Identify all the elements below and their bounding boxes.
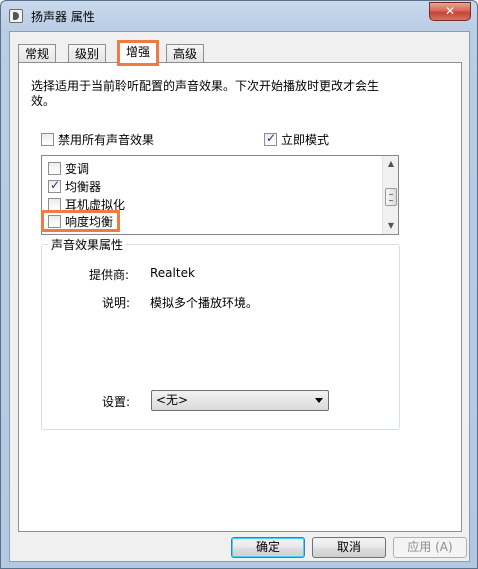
apply-button[interactable]: 应用 (A)	[393, 537, 467, 558]
cancel-button[interactable]: 取消	[312, 537, 386, 558]
close-icon: ✕	[444, 4, 456, 18]
effect-label: 耳机虚拟化	[65, 198, 126, 212]
ok-button[interactable]: 确定	[231, 537, 305, 558]
dialog-client-area: 常规 级别 增强 高级 选择适用于当前聆听配置的声音效果。下次开始播放时更改才会…	[9, 31, 470, 562]
close-button[interactable]: ✕	[429, 2, 471, 21]
scroll-up-icon[interactable]: ▲	[383, 156, 399, 172]
window-title: 扬声器 属性	[31, 10, 95, 24]
effect-properties-group: 声音效果属性 提供商: Realtek 说明: 模拟多个播放环境。 设置: <无…	[41, 236, 400, 430]
enhancements-description: 选择适用于当前聆听配置的声音效果。下次开始播放时更改才会生效。	[31, 79, 380, 108]
tab-advanced[interactable]: 高级	[166, 44, 205, 63]
disable-all-effects-checkbox[interactable]	[41, 133, 54, 146]
list-item[interactable]: 响度均衡	[40, 210, 121, 232]
settings-dropdown-value: <无>	[156, 393, 189, 407]
disable-all-effects-option[interactable]: 禁用所有声音效果	[41, 131, 154, 148]
tab-enhancements[interactable]: 增强	[116, 40, 160, 66]
chevron-down-icon	[315, 398, 323, 403]
enhancements-panel: 选择适用于当前聆听配置的声音效果。下次开始播放时更改才会生效。 禁用所有声音效果…	[18, 62, 462, 532]
description-value: 模拟多个播放环境。	[150, 296, 259, 310]
immediate-mode-option[interactable]: 立即模式	[264, 131, 329, 148]
effect-label: 均衡器	[65, 180, 102, 194]
list-item[interactable]: 变调	[48, 160, 89, 178]
provider-value: Realtek	[150, 266, 195, 280]
tab-levels[interactable]: 级别	[68, 44, 107, 63]
scroll-thumb[interactable]	[385, 188, 397, 206]
scroll-down-icon[interactable]: ▼	[383, 218, 399, 234]
settings-dropdown[interactable]: <无>	[151, 390, 329, 411]
tab-general[interactable]: 常规	[18, 44, 57, 63]
speaker-icon	[9, 9, 23, 23]
effect-checkbox[interactable]	[48, 178, 61, 193]
effect-label: 变调	[65, 162, 90, 176]
effect-checkbox[interactable]	[48, 198, 61, 211]
effect-checkbox[interactable]	[48, 162, 61, 175]
immediate-mode-label: 立即模式	[281, 133, 330, 147]
list-item[interactable]: 均衡器	[48, 178, 101, 196]
effect-properties-title: 声音效果属性	[48, 236, 127, 253]
immediate-mode-checkbox[interactable]	[264, 131, 277, 146]
title-bar[interactable]: 扬声器 属性 ✕	[1, 1, 477, 31]
effect-checkbox[interactable]	[48, 215, 61, 228]
effects-scrollbar[interactable]: ▲ ▼	[382, 156, 398, 234]
properties-window: 扬声器 属性 ✕ 常规 级别 增强 高级 选择适用于当前聆听配置的声音效果。下次…	[0, 0, 478, 569]
effect-label: 响度均衡	[65, 215, 114, 229]
settings-label: 设置:	[102, 395, 131, 409]
provider-label: 提供商:	[89, 268, 130, 282]
disable-all-effects-label: 禁用所有声音效果	[58, 133, 155, 147]
effects-listbox[interactable]: 变调 均衡器 耳机虚拟化 响度均衡 ▲ ▼	[40, 155, 399, 235]
description-label: 说明:	[102, 296, 131, 310]
